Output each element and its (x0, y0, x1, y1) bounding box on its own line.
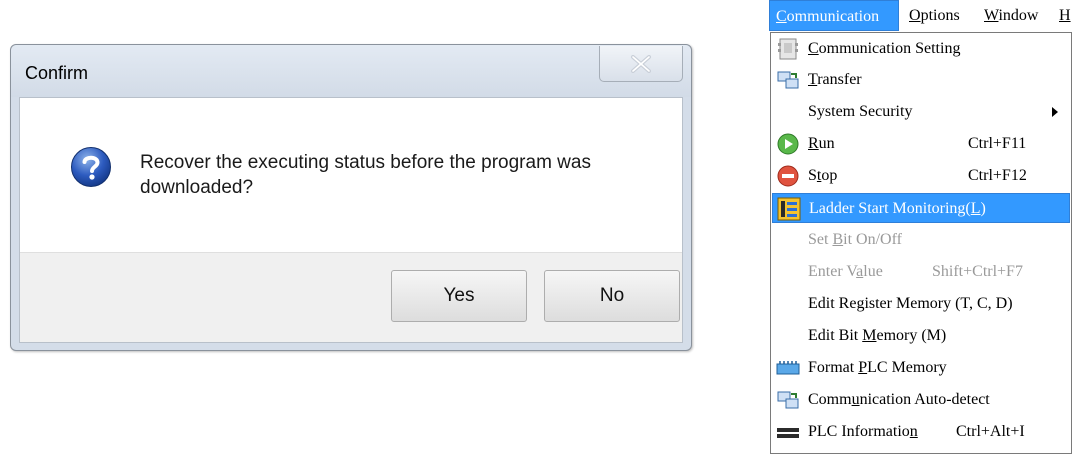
question-icon (71, 147, 111, 187)
auto-detect-icon (777, 391, 799, 409)
menu-options[interactable]: Options (909, 0, 960, 31)
menu-item-enter-value[interactable]: Enter Value Shift+Ctrl+F7 (772, 257, 1070, 287)
confirm-dialog: Confirm Recover the executing status bef… (10, 44, 692, 351)
yes-button[interactable]: Yes (391, 270, 527, 322)
format-memory-icon (776, 361, 800, 375)
shortcut-run: Ctrl+F11 (968, 135, 1027, 152)
shortcut-plc-information: Ctrl+Alt+I (956, 423, 1025, 440)
dialog-message: Recover the executing status before the … (140, 152, 591, 198)
dialog-client-area: Recover the executing status before the … (19, 97, 683, 343)
menu-item-edit-bit-memory[interactable]: Edit Bit Memory (M) (772, 321, 1070, 351)
transfer-icon (777, 71, 799, 89)
menu-item-ladder-start-monitoring[interactable]: Ladder Start Monitoring(L) (772, 193, 1070, 223)
run-icon (777, 133, 799, 155)
close-icon (631, 54, 651, 73)
menu-window[interactable]: Window (984, 0, 1038, 31)
menu-communication[interactable]: Communication (769, 0, 899, 31)
menu-item-stop[interactable]: Stop Ctrl+F12 (772, 161, 1070, 191)
submenu-arrow-icon (1052, 107, 1058, 117)
dialog-close-button[interactable] (599, 46, 683, 82)
dialog-titlebar[interactable]: Confirm (11, 45, 691, 97)
dialog-content: Recover the executing status before the … (20, 98, 682, 252)
menu-item-system-security[interactable]: System Security (772, 97, 1070, 127)
no-button[interactable]: No (544, 270, 680, 322)
menu-help[interactable]: H (1059, 0, 1078, 31)
shortcut-stop: Ctrl+F12 (968, 167, 1027, 184)
communication-setting-icon (778, 38, 798, 60)
menu-item-plc-information[interactable]: PLC Information Ctrl+Alt+I (772, 417, 1070, 447)
ladder-monitor-icon (777, 197, 801, 221)
menu-bar: Communication Options Window H (769, 0, 1078, 31)
shortcut-enter-value: Shift+Ctrl+F7 (932, 263, 1023, 280)
plc-info-icon (777, 428, 799, 438)
menu-item-run[interactable]: Run Ctrl+F11 (772, 129, 1070, 159)
dialog-button-bar: Yes No (20, 252, 682, 342)
stop-icon (777, 165, 799, 187)
menu-item-communication-auto-detect[interactable]: Communication Auto-detect (772, 385, 1070, 415)
communication-menu: Communication Setting Transfer System Se… (770, 32, 1072, 454)
menu-item-communication-setting[interactable]: Communication Setting (772, 34, 1070, 64)
menu-item-transfer[interactable]: Transfer (772, 65, 1070, 95)
dialog-title: Confirm (25, 63, 89, 83)
menu-item-edit-register-memory[interactable]: Edit Register Memory (T, C, D) (772, 289, 1070, 319)
menu-item-format-plc-memory[interactable]: Format PLC Memory (772, 353, 1070, 383)
menu-item-set-bit[interactable]: Set Bit On/Off (772, 225, 1070, 255)
